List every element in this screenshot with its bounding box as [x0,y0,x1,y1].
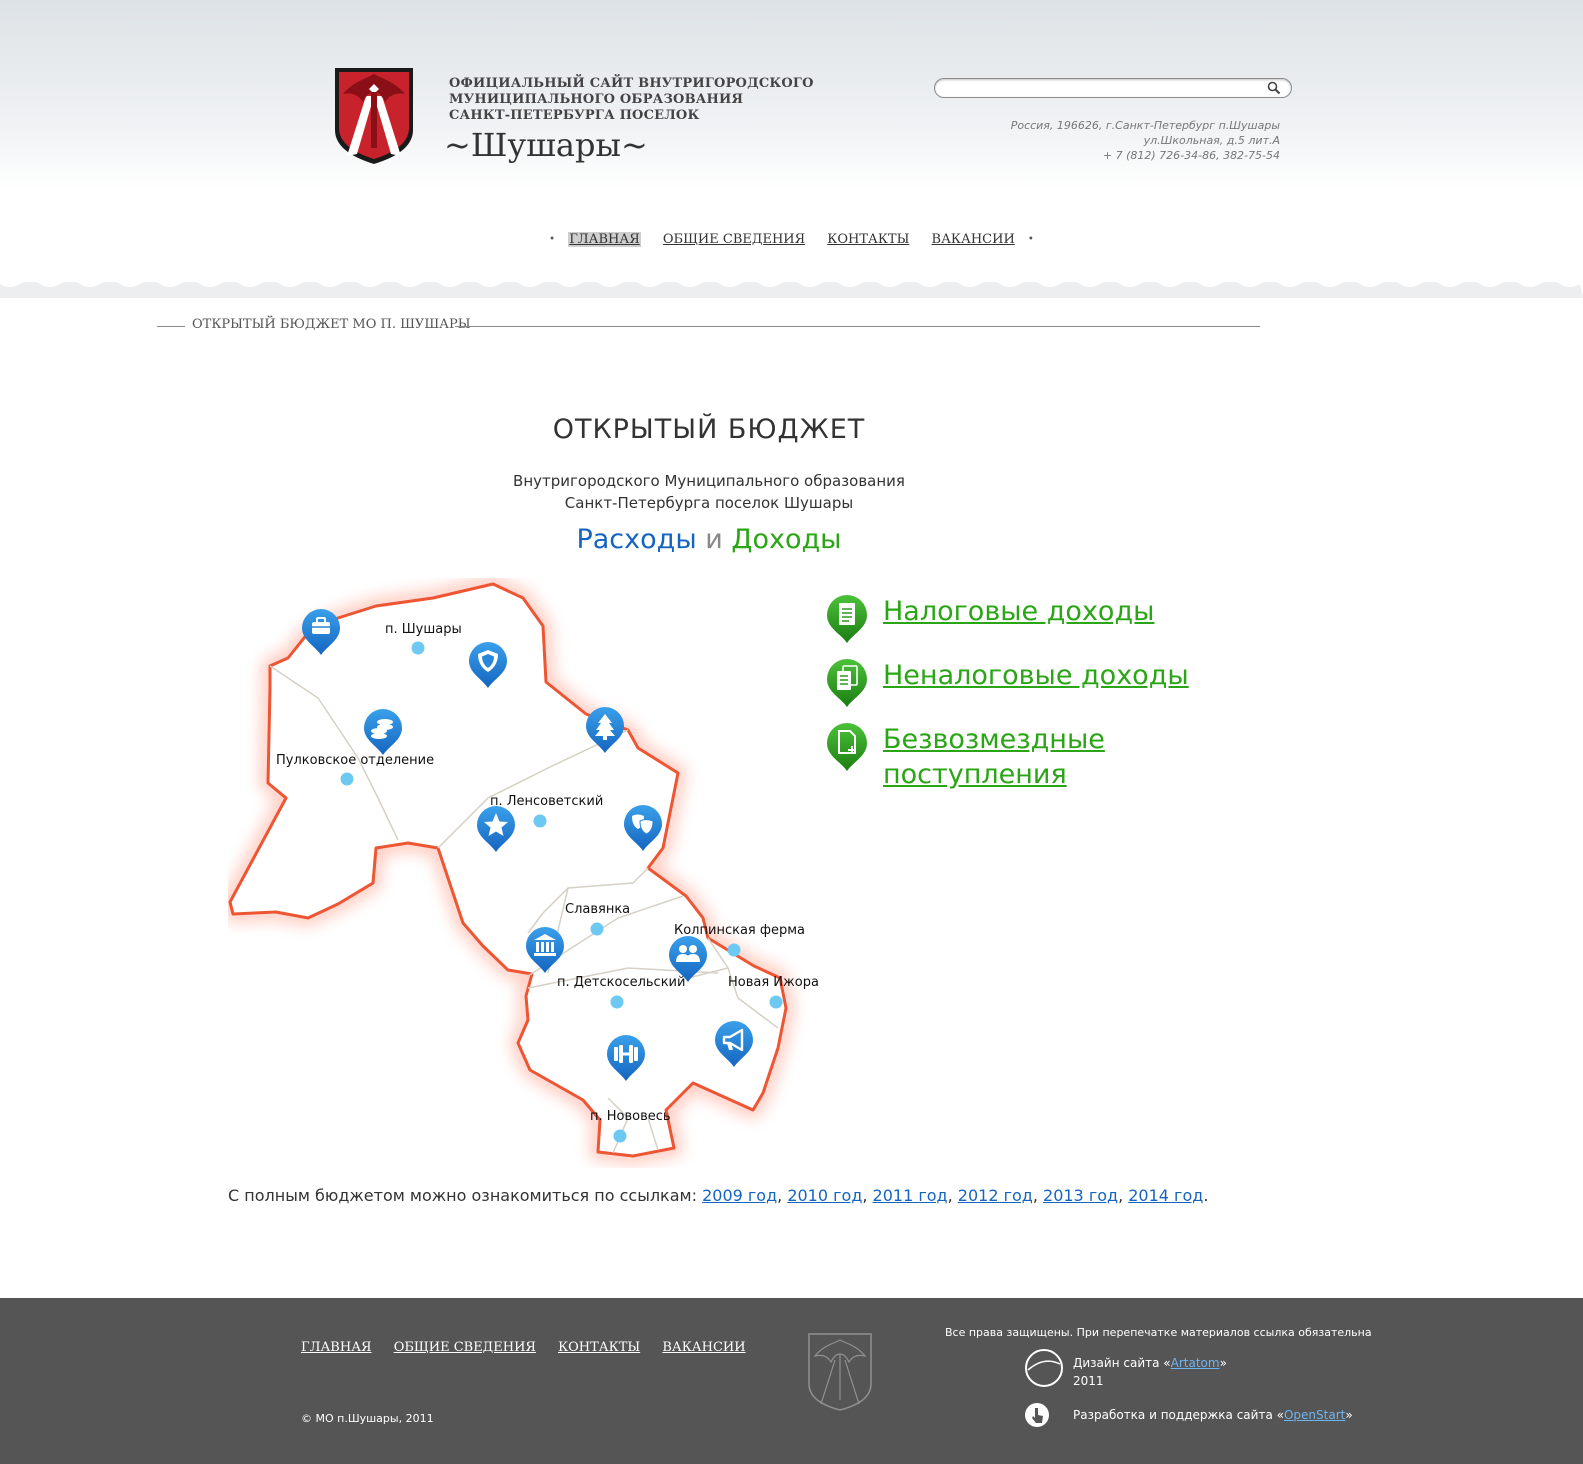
design-suffix: » [1219,1356,1227,1370]
nav-item-contacts[interactable]: КОНТАКТЫ [827,232,909,247]
breadcrumb-line [157,326,185,327]
footer-nav: ГЛАВНАЯ ОБЩИЕ СВЕДЕНИЯ КОНТАКТЫ ВАКАНСИИ [301,1340,764,1355]
breadcrumb-text: ОТКРЫТЫЙ БЮДЖЕТ МО П. ШУШАРЫ [192,317,479,332]
nav-item-general-info[interactable]: ОБЩИЕ СВЕДЕНИЯ [663,232,805,247]
footer-nav-vacancies[interactable]: ВАКАНСИИ [662,1340,745,1355]
place-dot[interactable] [769,995,783,1009]
place-label[interactable]: п. Шушары [385,622,462,637]
place-dot[interactable] [411,641,425,655]
expenses-incomes-heading: Расходы и Доходы [0,524,1418,555]
gratuitous-income-link[interactable]: Безвозмездные поступления [883,722,1143,792]
budget-year-link[interactable]: 2014 год [1128,1186,1203,1205]
dev-credit-text: Разработка и поддержка сайта «OpenStart» [1073,1408,1353,1422]
documents-icon [827,659,867,707]
design-prefix: Дизайн сайта « [1073,1356,1171,1370]
search-icon[interactable] [1267,81,1281,95]
footer-nav-general-info[interactable]: ОБЩИЕ СВЕДЕНИЯ [394,1340,536,1355]
search-box[interactable] [934,78,1292,100]
district-map: п. Шушары Пулковское отделение п. Ленсов… [228,578,819,1164]
openstart-link[interactable]: OpenStart [1284,1408,1345,1422]
nav-item-vacancies[interactable]: ВАКАНСИИ [932,232,1015,247]
place-label[interactable]: Новая Ижора [728,975,819,990]
artatom-link[interactable]: Artatom [1171,1356,1220,1370]
subtitle-line: Санкт-Петербурга поселок Шушары [564,494,854,512]
place-label[interactable]: Славянка [565,902,630,917]
page-subtitle: Внутригородского Муниципального образова… [0,470,1418,514]
and-label: и [705,524,723,555]
footer-crest-watermark [808,1333,872,1411]
site-desc-line: САНКТ-ПЕТЕРБУРГА ПОСЕЛОК [449,108,700,123]
search-input[interactable] [945,81,1269,100]
main-nav: • ГЛАВНАЯ ОБЩИЕ СВЕДЕНИЯ КОНТАКТЫ ВАКАНС… [0,232,1583,247]
budget-year-link[interactable]: 2011 год [873,1186,948,1205]
budget-year-link[interactable]: 2012 год [958,1186,1033,1205]
place-label[interactable]: п. Ленсоветский [490,794,603,809]
page-title: ОТКРЫТЫЙ БЮДЖЕТ [552,414,866,445]
site-description: ОФИЦИАЛЬНЫЙ САЙТ ВНУТРИГОРОДСКОГО МУНИЦИ… [449,76,814,124]
place-dot[interactable] [590,922,604,936]
incomes-label: Доходы [731,524,842,555]
contact-info: Россия, 196626, г.Санкт-Петербург п.Шуша… [1011,118,1280,163]
place-label[interactable]: Колпинская ферма [674,923,805,938]
coat-of-arms-logo[interactable] [333,66,415,166]
nav-bullet: • [1027,234,1034,245]
breadcrumb-line [455,326,1260,327]
gratuitous-income-label: Безвозмездные поступления [883,724,1105,790]
subtitle-line: Внутригородского Муниципального образова… [513,472,905,490]
address-line: ул.Школьная, д.5 лит.А [1143,134,1280,147]
place-label[interactable]: п. Детскосельский [557,975,685,990]
place-dot[interactable] [727,943,741,957]
budget-year-link[interactable]: 2009 год [702,1186,777,1205]
map-border [228,582,788,1158]
place-dot[interactable] [610,995,624,1009]
site-desc-line: ОФИЦИАЛЬНЫЙ САЙТ ВНУТРИГОРОДСКОГО [449,76,814,91]
nav-bullet: • [549,234,556,245]
footer: ГЛАВНАЯ ОБЩИЕ СВЕДЕНИЯ КОНТАКТЫ ВАКАНСИИ… [0,1298,1583,1464]
site-name: ~Шушары~ [444,126,648,164]
budget-year-link[interactable]: 2013 год [1043,1186,1118,1205]
footer-nav-contacts[interactable]: КОНТАКТЫ [558,1340,640,1355]
design-credit-text: Дизайн сайта «Artatom» 2011 [1073,1354,1227,1390]
design-year: 2011 [1073,1374,1104,1388]
dev-suffix: » [1345,1408,1353,1422]
footer-nav-home[interactable]: ГЛАВНАЯ [301,1340,372,1355]
place-dot[interactable] [613,1129,627,1143]
full-budget-links: С полным бюджетом можно ознакомиться по … [228,1186,1209,1205]
phone-line: + 7 (812) 726-34-86, 382-75-54 [1102,149,1280,162]
document-add-icon [827,723,867,771]
full-budget-prefix: С полным бюджетом можно ознакомиться по … [228,1186,697,1205]
place-label[interactable]: п. Нововесь [590,1109,671,1124]
copyright: © МО п.Шушары, 2011 [301,1412,434,1425]
budget-year-link[interactable]: 2010 год [787,1186,862,1205]
document-icon [827,595,867,643]
site-desc-line: МУНИЦИПАЛЬНОГО ОБРАЗОВАНИЯ [449,92,744,107]
dev-prefix: Разработка и поддержка сайта « [1073,1408,1284,1422]
artatom-logo-icon [1025,1349,1063,1387]
breadcrumb: ОТКРЫТЫЙ БЮДЖЕТ МО П. ШУШАРЫ [157,316,1260,336]
openstart-logo-icon [1025,1403,1049,1427]
place-dot[interactable] [533,814,547,828]
address-line: Россия, 196626, г.Санкт-Петербург п.Шуша… [1010,119,1280,132]
nav-item-home[interactable]: ГЛАВНАЯ [568,232,641,247]
rights-notice: Все права защищены. При перепечатке мате… [945,1326,1372,1339]
header-wave-divider [0,282,1583,298]
tax-income-link[interactable]: Налоговые доходы [883,594,1154,629]
expenses-label: Расходы [576,524,697,555]
place-label[interactable]: Пулковское отделение [276,753,434,768]
nontax-income-link[interactable]: Неналоговые доходы [883,658,1189,693]
place-dot[interactable] [340,772,354,786]
